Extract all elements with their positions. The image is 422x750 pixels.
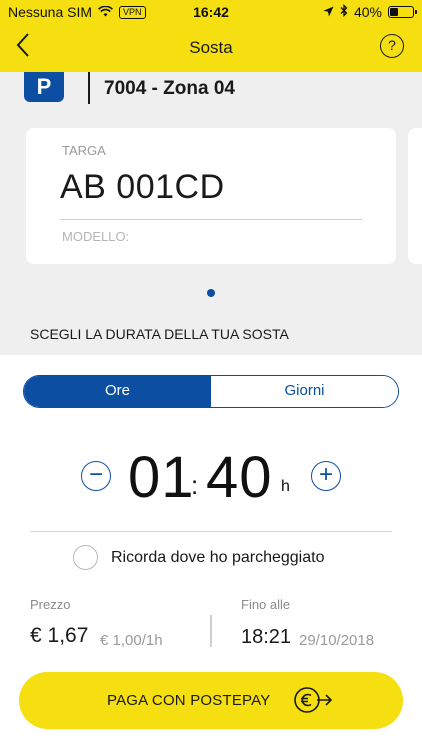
duration-unit: h: [281, 478, 290, 495]
until-label: Fino alle: [241, 597, 291, 612]
next-vehicle-card[interactable]: [408, 128, 422, 264]
price-value: € 1,67: [30, 624, 89, 647]
duration-minutes: 40: [206, 445, 273, 510]
battery-percent: 40%: [353, 4, 382, 20]
status-bar: Nessuna SIM VPN 16:42 40%: [0, 0, 422, 24]
until-time: 18:21: [241, 626, 292, 648]
duration-separator: :: [191, 470, 199, 500]
bluetooth-icon: [340, 3, 348, 20]
remember-location-label[interactable]: Ricorda dove ho parcheggiato: [111, 549, 324, 567]
price-rate: € 1,00/1h: [100, 632, 163, 649]
battery-level-fill: [390, 8, 398, 16]
until-date: 29/10/2018: [299, 632, 375, 649]
zone-label: 7004 - Zona 04: [104, 78, 235, 99]
pay-with-postepay-button[interactable]: PAGA CON POSTEPAY: [19, 672, 403, 729]
vehicle-section: P 7004 - Zona 04 TARGA AB 001CD MODELLO:…: [0, 72, 422, 355]
divider: [30, 531, 392, 532]
euro-arrow-icon: [293, 685, 335, 715]
top-header: Nessuna SIM VPN 16:42 40% Sosta ?: [0, 0, 422, 72]
increase-duration-button[interactable]: +: [311, 461, 341, 491]
targa-value: AB 001CD: [60, 168, 225, 206]
nav-bar: Sosta ?: [0, 26, 422, 70]
targa-underline: [60, 219, 362, 220]
duration-hours: 01: [128, 445, 195, 510]
parking-badge-icon: P: [24, 72, 64, 102]
price-label: Prezzo: [30, 597, 71, 612]
tab-giorni[interactable]: Giorni: [211, 376, 398, 407]
remember-location-checkbox[interactable]: [73, 545, 98, 570]
page-indicator-dot: [207, 289, 215, 297]
zone-divider: [88, 72, 90, 104]
decrease-duration-button[interactable]: −: [81, 461, 111, 491]
question-circle-icon[interactable]: ?: [380, 34, 404, 58]
targa-label: TARGA: [62, 143, 106, 158]
modello-label: MODELLO:: [62, 229, 130, 244]
page-title: Sosta: [189, 38, 233, 57]
location-arrow-icon: [323, 4, 334, 20]
duration-mode-toggle: Ore Giorni: [23, 375, 399, 408]
battery-icon: [388, 6, 417, 18]
vehicle-card[interactable]: TARGA AB 001CD MODELLO:: [26, 128, 396, 264]
price-divider: [210, 615, 212, 647]
duration-section-label: SCEGLI LA DURATA DELLA TUA SOSTA: [30, 326, 289, 342]
pay-button-label: PAGA CON POSTEPAY: [107, 692, 271, 709]
tab-ore[interactable]: Ore: [24, 376, 211, 407]
